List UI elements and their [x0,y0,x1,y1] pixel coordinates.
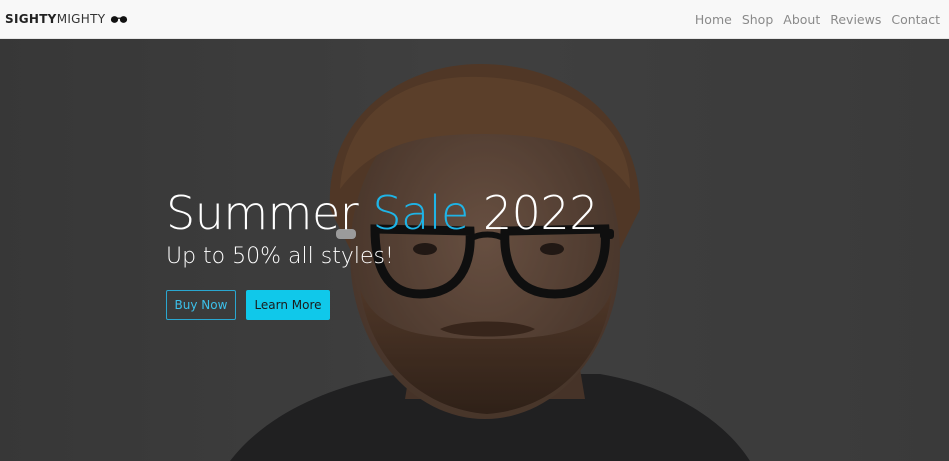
hero-subtitle: Up to 50% all styles! [166,244,394,269]
brand-name-second: MIGHTY [56,12,106,26]
hero-title-part1: Summer [166,186,373,240]
nav-home[interactable]: Home [695,12,732,27]
buy-now-button[interactable]: Buy Now [166,290,236,320]
hero-title-part2: 2022 [468,186,599,240]
learn-more-button[interactable]: Learn More [246,290,330,320]
nav-shop[interactable]: Shop [742,12,773,27]
nav-contact[interactable]: Contact [891,12,940,27]
hero-title-accent: Sale [372,186,469,240]
brand-name-first: SIGHTY [5,12,57,26]
glasses-icon [111,15,128,23]
hero-title: Summer Sale 2022 [166,185,598,241]
nav-about[interactable]: About [783,12,820,27]
brand-logo[interactable]: SIGHTY MIGHTY [5,12,128,26]
navbar: SIGHTY MIGHTY Home Shop About Reviews Con… [0,0,949,39]
main-nav: Home Shop About Reviews Contact [685,12,940,27]
hero-section: Summer Sale 2022 Up to 50% all styles! B… [0,39,949,461]
nav-reviews[interactable]: Reviews [830,12,881,27]
hero-overlay [0,39,949,461]
